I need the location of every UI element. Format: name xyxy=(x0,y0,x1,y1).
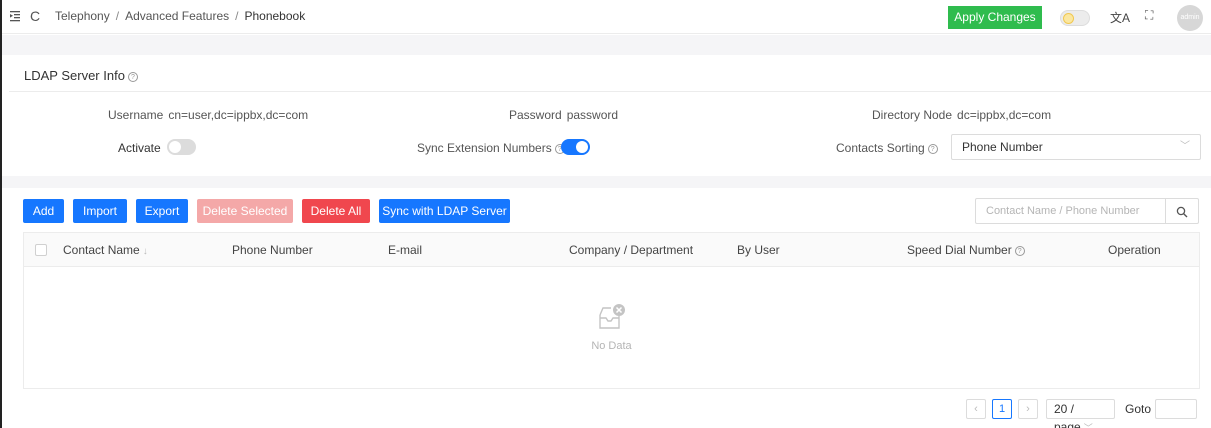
column-by-user: By User xyxy=(737,243,780,257)
export-button[interactable]: Export xyxy=(136,199,188,223)
username-value: cn=user,dc=ippbx,dc=com xyxy=(168,108,309,122)
sync-extension-field: Sync Extension Numbers? xyxy=(417,141,565,155)
breadcrumb-item-advanced-features[interactable]: Advanced Features xyxy=(125,9,229,23)
contacts-sorting-value: Phone Number xyxy=(962,140,1043,154)
sync-extension-label: Sync Extension Numbers xyxy=(417,141,552,155)
goto-page-input[interactable] xyxy=(1155,399,1197,419)
top-bar: C Telephony / Advanced Features / Phonebook … xyxy=(2,0,1211,34)
breadcrumb: Telephony / Advanced Features / Phonebook xyxy=(55,9,305,23)
column-operation: Operation xyxy=(1108,243,1161,257)
contacts-sorting-field: Contacts Sorting? xyxy=(836,141,938,155)
sun-icon xyxy=(1063,13,1074,24)
help-icon[interactable]: ? xyxy=(927,144,938,154)
page-number-button[interactable]: 1 xyxy=(992,399,1012,419)
theme-toggle[interactable] xyxy=(1060,10,1090,26)
chevron-down-icon: ﹀ xyxy=(1083,423,1093,428)
avatar[interactable]: admin xyxy=(1177,5,1203,31)
page-size-select[interactable]: 20 / page ﹀ xyxy=(1046,399,1115,428)
phonebook-table: Contact Name ↓ Phone Number E-mail Compan… xyxy=(23,232,1200,389)
contacts-sorting-label: Contacts Sorting xyxy=(836,141,925,155)
search-input[interactable]: Contact Name / Phone Number xyxy=(986,205,1139,217)
delete-all-button[interactable]: Delete All xyxy=(302,199,370,223)
column-email: E-mail xyxy=(388,243,423,257)
next-page-button[interactable]: › xyxy=(1018,399,1038,419)
page-size-value: 20 / page xyxy=(1054,402,1081,428)
activate-toggle[interactable] xyxy=(167,139,196,155)
menu-fold-icon[interactable] xyxy=(10,10,20,22)
activate-label: Activate xyxy=(118,141,161,155)
help-icon[interactable]: ? xyxy=(1014,246,1025,256)
ldap-card-title: LDAP Server Info? xyxy=(24,68,138,83)
chevron-down-icon: ﹀ xyxy=(1180,141,1190,152)
breadcrumb-separator: / xyxy=(235,9,239,23)
prev-page-button[interactable]: ‹ xyxy=(966,399,986,419)
help-icon[interactable]: ? xyxy=(127,72,138,82)
password-value: password xyxy=(566,108,619,122)
page-background xyxy=(2,35,1211,55)
delete-selected-button[interactable]: Delete Selected xyxy=(197,199,293,223)
refresh-icon[interactable]: C xyxy=(30,8,44,24)
column-phone-number: Phone Number xyxy=(232,243,313,257)
empty-inbox-icon xyxy=(599,304,625,329)
username-label: Username xyxy=(108,108,164,122)
section-title: LDAP Server Info xyxy=(24,68,125,83)
apply-changes-button[interactable]: Apply Changes xyxy=(948,6,1042,29)
sync-ldap-button[interactable]: Sync with LDAP Server xyxy=(379,199,510,223)
fullscreen-icon[interactable]: ⛶ xyxy=(1145,8,1153,23)
search-box: Contact Name / Phone Number xyxy=(975,198,1199,224)
directory-node-label: Directory Node xyxy=(872,108,953,122)
empty-state-text: No Data xyxy=(591,340,632,352)
breadcrumb-separator: / xyxy=(115,9,120,23)
contacts-sorting-select[interactable]: Phone Number ﹀ xyxy=(951,134,1201,160)
column-company-department: Company / Department xyxy=(569,243,694,257)
column-contact-name[interactable]: Contact Name ↓ xyxy=(63,243,148,257)
import-button[interactable]: Import xyxy=(73,199,127,223)
sort-arrow-icon[interactable]: ↓ xyxy=(143,246,148,257)
goto-label: Goto xyxy=(1125,402,1152,416)
password-label: Password xyxy=(509,108,562,122)
select-all-checkbox[interactable] xyxy=(35,244,47,256)
column-speed-dial-number: Speed Dial Number? xyxy=(907,243,1025,257)
directory-node-field: Directory Node dc=ippbx,dc=com xyxy=(872,108,1051,122)
table-header: Contact Name ↓ Phone Number E-mail Compan… xyxy=(24,233,1199,267)
add-button[interactable]: Add xyxy=(23,199,64,223)
password-field: Password password xyxy=(509,108,618,122)
search-icon[interactable] xyxy=(1165,199,1198,223)
breadcrumb-item-telephony[interactable]: Telephony xyxy=(55,9,110,23)
page-background xyxy=(2,176,1211,188)
directory-node-value: dc=ippbx,dc=com xyxy=(957,108,1052,122)
username-field: Username cn=user,dc=ippbx,dc=com xyxy=(108,108,308,122)
sync-extension-toggle[interactable] xyxy=(561,139,590,155)
language-icon[interactable]: 文A xyxy=(1110,9,1130,26)
divider xyxy=(9,91,1211,92)
breadcrumb-item-phonebook: Phonebook xyxy=(244,9,306,23)
